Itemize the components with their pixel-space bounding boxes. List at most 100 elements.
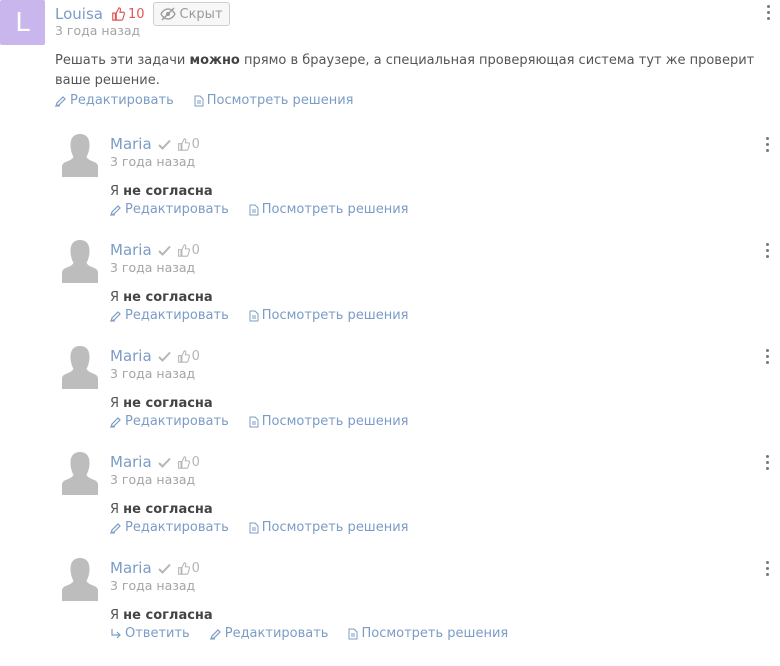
- pencil-icon: [110, 416, 121, 428]
- comment-text-bold: не согласна: [123, 184, 213, 199]
- comment-text-bold: не согласна: [123, 290, 213, 305]
- view-solutions-button[interactable]: Посмотреть решения: [249, 520, 409, 535]
- comment-text: Я не согласна: [110, 182, 213, 202]
- kebab-menu-icon[interactable]: [765, 5, 771, 21]
- comment-text-part: Я: [110, 608, 124, 623]
- comment-time: 3 года назад: [110, 472, 196, 487]
- like-button[interactable]: 0: [177, 455, 200, 470]
- comment-text-bold: не согласна: [123, 502, 213, 517]
- kebab-menu-icon[interactable]: [764, 455, 770, 471]
- like-count: 0: [191, 136, 200, 152]
- author-name[interactable]: Maria: [110, 241, 152, 259]
- view-solutions-button[interactable]: Посмотреть решения: [249, 414, 408, 429]
- like-button[interactable]: 0: [177, 349, 200, 364]
- avatar[interactable]: [60, 343, 100, 389]
- document-icon: [249, 416, 259, 427]
- comment-text: Я не согласна: [110, 394, 213, 414]
- hidden-label: Скрыт: [179, 6, 223, 22]
- comment-text-part: Я: [110, 502, 124, 517]
- checkmark-icon: [157, 139, 171, 150]
- kebab-menu-icon[interactable]: [764, 137, 770, 153]
- pencil-icon: [110, 310, 121, 322]
- reply-comment: Maria 0 3 года назад Я не согласна Редак…: [0, 346, 780, 447]
- edit-label: Редактировать: [125, 308, 229, 323]
- comment-time: 3 года назад: [110, 260, 196, 275]
- comment-text-bold: не согласна: [123, 608, 213, 623]
- edit-label: Редактировать: [70, 93, 174, 108]
- kebab-menu-icon[interactable]: [764, 243, 770, 259]
- edit-button[interactable]: Редактировать: [110, 308, 229, 323]
- avatar[interactable]: L: [0, 0, 45, 45]
- like-button[interactable]: 0: [177, 561, 200, 576]
- like-count: 10: [127, 6, 145, 22]
- thumbs-up-icon: [177, 349, 190, 363]
- checkmark-icon: [157, 563, 171, 574]
- checkmark-icon: [157, 245, 171, 256]
- edit-button[interactable]: Редактировать: [110, 520, 229, 535]
- edit-button[interactable]: Редактировать: [110, 414, 229, 429]
- comment-text: Решать эти задачи можно прямо в браузере…: [55, 51, 755, 91]
- view-solutions-button[interactable]: Посмотреть решения: [249, 202, 408, 217]
- edit-label: Редактировать: [125, 414, 229, 429]
- checkmark-icon: [157, 351, 171, 362]
- view-solutions-button[interactable]: Посмотреть решения: [249, 308, 409, 323]
- author-name[interactable]: Maria: [110, 453, 152, 471]
- document-icon: [249, 204, 259, 215]
- author-name[interactable]: Maria: [110, 347, 152, 365]
- hidden-badge[interactable]: Скрыт: [152, 2, 230, 26]
- comment-text: Я не согласна: [110, 606, 213, 626]
- comment-text-part: Я: [110, 184, 124, 199]
- like-button[interactable]: 0: [177, 243, 200, 258]
- solutions-label: Посмотреть решения: [261, 520, 409, 535]
- comment-text-part: ваше решение.: [55, 73, 160, 88]
- document-icon: [249, 310, 259, 321]
- comment-text-part: Я: [110, 396, 124, 411]
- like-button[interactable]: 10: [111, 7, 145, 22]
- edit-button[interactable]: Редактировать: [209, 626, 329, 641]
- pencil-icon: [110, 204, 121, 216]
- comment-text-part: Решать эти задачи: [55, 53, 190, 68]
- checkmark-icon: [157, 457, 171, 468]
- like-count: 0: [191, 454, 200, 470]
- reply-arrow-icon: [111, 628, 121, 638]
- comment-text-bold: можно: [189, 53, 240, 68]
- solutions-label: Посмотреть решения: [261, 308, 409, 323]
- comment-text: Я не согласна: [110, 288, 213, 308]
- comment-time: 3 года назад: [55, 23, 141, 38]
- like-button[interactable]: 0: [177, 137, 200, 152]
- like-count: 0: [191, 560, 200, 576]
- thumbs-up-icon: [177, 243, 190, 257]
- edit-button[interactable]: Редактировать: [110, 202, 229, 217]
- root-comment: L Louisa 10 Скрыт 3 года назад Решать эт…: [0, 0, 780, 115]
- avatar[interactable]: [60, 449, 100, 495]
- comment-text-part: прямо в браузере, а специальная проверяю…: [239, 53, 755, 68]
- view-solutions-button[interactable]: Посмотреть решения: [194, 93, 354, 108]
- reply-comment: Maria 0 3 года назад Я не согласна Редак…: [0, 134, 780, 235]
- edit-label: Редактировать: [125, 520, 229, 535]
- author-name[interactable]: Louisa: [55, 5, 103, 23]
- thumbs-up-icon: [177, 561, 190, 575]
- avatar[interactable]: [60, 555, 100, 601]
- comment-time: 3 года назад: [110, 578, 196, 593]
- pencil-icon: [209, 628, 221, 640]
- solutions-label: Посмотреть решения: [361, 626, 509, 641]
- reply-label: Ответить: [125, 626, 190, 641]
- pencil-icon: [55, 95, 66, 107]
- author-name[interactable]: Maria: [110, 559, 152, 577]
- reply-button[interactable]: Ответить: [110, 626, 190, 641]
- avatar[interactable]: [60, 131, 100, 177]
- comment-text-part: Я: [110, 290, 124, 305]
- edit-label: Редактировать: [224, 626, 329, 641]
- like-count: 0: [191, 242, 200, 258]
- edit-button[interactable]: Редактировать: [55, 93, 174, 108]
- kebab-menu-icon[interactable]: [764, 561, 770, 577]
- kebab-menu-icon[interactable]: [764, 349, 770, 365]
- avatar[interactable]: [60, 237, 100, 283]
- document-icon: [194, 95, 204, 106]
- view-solutions-button[interactable]: Посмотреть решения: [348, 626, 508, 641]
- author-name[interactable]: Maria: [110, 135, 152, 153]
- reply-comment: Maria 0 3 года назад Я не согласна Ответ…: [0, 558, 780, 659]
- comment-time: 3 года назад: [110, 154, 196, 169]
- solutions-label: Посмотреть решения: [206, 93, 354, 108]
- thumbs-up-icon: [112, 7, 125, 21]
